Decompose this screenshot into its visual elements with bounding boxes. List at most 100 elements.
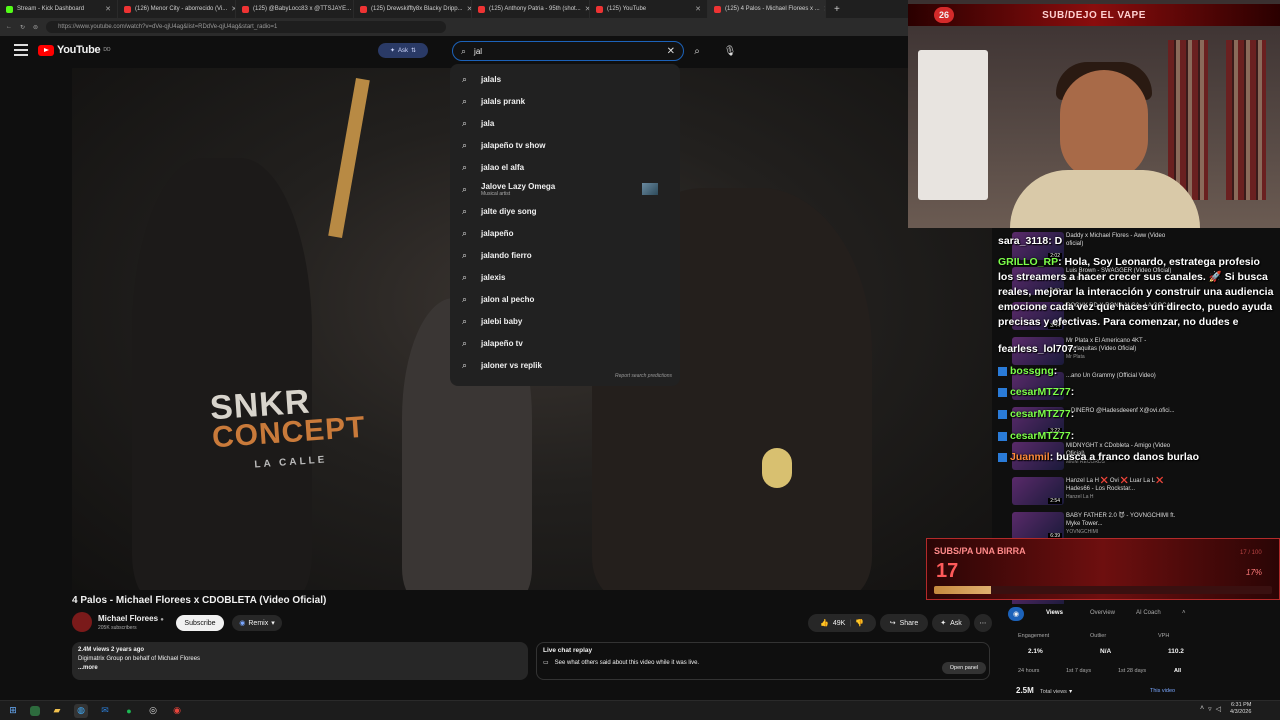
browser-tab[interactable]: Stream - Kick Dashboard ✕ xyxy=(0,0,118,18)
search-suggestion[interactable]: ⌕ jalebi baby xyxy=(450,310,680,332)
edge-browser-icon[interactable]: ◍ xyxy=(74,703,88,718)
back-icon[interactable]: ← xyxy=(6,24,12,30)
channel-name-text[interactable]: Michael Florees xyxy=(98,614,158,623)
search-icon: ⌕ xyxy=(462,293,468,304)
search-icon: ⌕ xyxy=(461,45,467,56)
chevron-up-icon[interactable]: ˄ xyxy=(1200,705,1204,713)
search-suggestion[interactable]: ⌕ Jalove Lazy Omega Musical artist xyxy=(450,178,680,200)
clear-search-icon[interactable]: ✕ xyxy=(667,46,675,57)
channel-name[interactable]: Michael Florees ● xyxy=(98,614,164,623)
search-button[interactable]: ⌕ xyxy=(684,41,710,61)
obs-icon[interactable]: ◎ xyxy=(146,704,160,718)
search-suggestion[interactable]: ⌕ jalals xyxy=(450,68,680,90)
remix-button[interactable]: ◉ Remix ▾ xyxy=(232,615,282,631)
search-suggestion[interactable]: ⌕ jala xyxy=(450,112,680,134)
browser-tab[interactable]: (125) YouTube ✕ xyxy=(590,0,708,18)
like-count[interactable]: 49K xyxy=(833,620,845,627)
browser-tab[interactable]: (126) Menor City - aborrecido (Vi...✕ xyxy=(118,0,236,18)
hamburger-menu-icon[interactable] xyxy=(14,44,28,56)
search-suggestion[interactable]: ⌕ jalao el alfa xyxy=(450,156,680,178)
collapse-icon[interactable]: ˄ xyxy=(1182,610,1186,616)
period-filter[interactable]: 1st 7 days xyxy=(1066,668,1091,674)
more-link[interactable]: ...more xyxy=(78,664,522,673)
shirt-logo: SNKR CONCEPT LA CALLE xyxy=(209,382,369,484)
video-title: 4 Palos - Michael Florees x CDOBLETA (Vi… xyxy=(72,595,327,606)
chat-text: : xyxy=(1070,430,1075,442)
suggestion-text: jalebi baby xyxy=(481,316,523,326)
stat-value: 110.2 xyxy=(1168,648,1184,655)
browser-tab[interactable]: (125) @BabyLocc83 x @TTSJAYE...✕ xyxy=(236,0,354,18)
chat-username: cesarMTZ77 xyxy=(1010,430,1071,442)
suggestion-text: jalando fierro xyxy=(481,250,532,260)
search-suggestion[interactable]: ⌕ jalals prank xyxy=(450,90,680,112)
description-box[interactable]: 2.4M views 2 years ago Digimatrix Group … xyxy=(72,642,528,680)
chat-bubble-icon: ▭ xyxy=(543,660,549,666)
search-suggestion[interactable]: ⌕ jalando fierro xyxy=(450,244,680,266)
dislike-icon[interactable]: 👎 xyxy=(855,619,864,627)
browser-tab[interactable]: (125) Anthony Patria - 95th (shot...✕ xyxy=(472,0,590,18)
windows-start-icon[interactable]: ⊞ xyxy=(6,704,20,718)
search-suggestion[interactable]: ⌕ jalapeño tv xyxy=(450,332,680,354)
chat-text: : D xyxy=(1048,235,1063,247)
sub-goal-progress-fill xyxy=(934,586,992,594)
live-chat-title: Live chat replay xyxy=(543,647,593,654)
chrome-icon[interactable]: ◉ xyxy=(170,704,184,718)
new-tab-icon[interactable]: + xyxy=(826,4,840,15)
youtube-icon xyxy=(596,5,603,13)
volume-icon[interactable]: ◁ xyxy=(1216,705,1221,713)
search-suggestion[interactable]: ⌕ jalexis xyxy=(450,266,680,288)
like-icon[interactable]: 👍 xyxy=(820,619,829,627)
search-suggestion[interactable]: ⌕ jalapeño xyxy=(450,222,680,244)
site-info-icon[interactable]: ⊜ xyxy=(33,24,38,31)
analytics-tab[interactable]: Views xyxy=(1046,610,1063,616)
close-tab-icon[interactable]: ✕ xyxy=(105,5,111,13)
youtube-icon xyxy=(242,5,249,13)
chat-text: : Hola, Soy Leonardo, estratega profesio xyxy=(1058,256,1260,268)
browser-tab[interactable]: (125) Drewskiffty8x Blacky Dripp... ✕ xyxy=(354,0,472,18)
report-predictions-link[interactable]: Report search predictions xyxy=(450,373,672,379)
system-tray: ˄ ▿ ◁ xyxy=(1200,705,1221,713)
period-filter[interactable]: 1st 28 days xyxy=(1118,668,1146,674)
search-box[interactable]: ⌕ jal ✕ xyxy=(452,41,684,61)
chat-message: bossgng: xyxy=(998,364,1057,378)
analytics-tab[interactable]: AI Coach xyxy=(1136,610,1161,616)
total-views-label[interactable]: Total views xyxy=(1040,689,1067,695)
url-field[interactable]: https://www.youtube.com/watch?v=dVe-qjU4… xyxy=(46,21,447,33)
terminal-icon[interactable] xyxy=(30,705,40,716)
channel-avatar[interactable] xyxy=(72,612,92,632)
stream-badge: 26 xyxy=(934,7,954,23)
logo-country: DO xyxy=(103,47,111,53)
share-button[interactable]: ↪ Share xyxy=(880,614,928,632)
search-suggestion[interactable]: ⌕ jalapeño tv show xyxy=(450,134,680,156)
ask-ai-button[interactable]: ✦ Ask ⇅ xyxy=(378,43,428,58)
chat-overlay: sara_3118: D GRILLO_RP: Hola, Soy Leonard… xyxy=(998,228,1280,538)
period-filter[interactable]: All xyxy=(1174,668,1181,674)
more-actions-button[interactable]: ⋯ xyxy=(974,614,992,632)
youtube-logo[interactable]: YouTube DO xyxy=(38,44,111,56)
chevron-down-icon[interactable]: ▾ xyxy=(1069,689,1072,695)
search-icon: ⌕ xyxy=(462,183,468,194)
close-tab-icon[interactable]: ✕ xyxy=(695,5,701,13)
wifi-icon[interactable]: ▿ xyxy=(1208,705,1212,713)
ask-button[interactable]: ✦ Ask xyxy=(932,614,970,632)
analytics-tab[interactable]: Overview xyxy=(1090,610,1115,616)
subscribe-button[interactable]: Subscribe xyxy=(176,615,224,631)
stat-label: Engagement xyxy=(1018,633,1050,639)
search-suggestion[interactable]: ⌕ jalte diye song xyxy=(450,200,680,222)
system-clock[interactable]: 6:31 PM 4/3/2026 xyxy=(1230,702,1251,716)
share-label: Share xyxy=(899,619,919,627)
spotify-icon[interactable]: ● xyxy=(122,704,136,718)
reload-icon[interactable]: ↻ xyxy=(20,24,25,31)
sub-goal-title: SUBS/PA UNA BIRRA xyxy=(934,546,1026,556)
search-suggestion[interactable]: ⌕ jalon al pecho xyxy=(450,288,680,310)
chat-message: cesarMTZ77: xyxy=(998,407,1074,421)
tab-title: (125) YouTube xyxy=(607,6,647,12)
period-filter[interactable]: 24 hours xyxy=(1018,668,1039,674)
voice-search-button[interactable]: 🎙 xyxy=(720,41,740,61)
outlook-icon[interactable]: ✉ xyxy=(98,704,112,718)
search-input[interactable]: jal xyxy=(474,47,482,56)
browser-tab[interactable]: (125) 4 Palos - Michael Florees x ...✕ xyxy=(708,0,826,18)
open-panel-button[interactable]: Open panel xyxy=(942,662,986,674)
file-explorer-icon[interactable]: ▰ xyxy=(50,704,64,718)
chat-badge-icon xyxy=(998,366,1007,376)
